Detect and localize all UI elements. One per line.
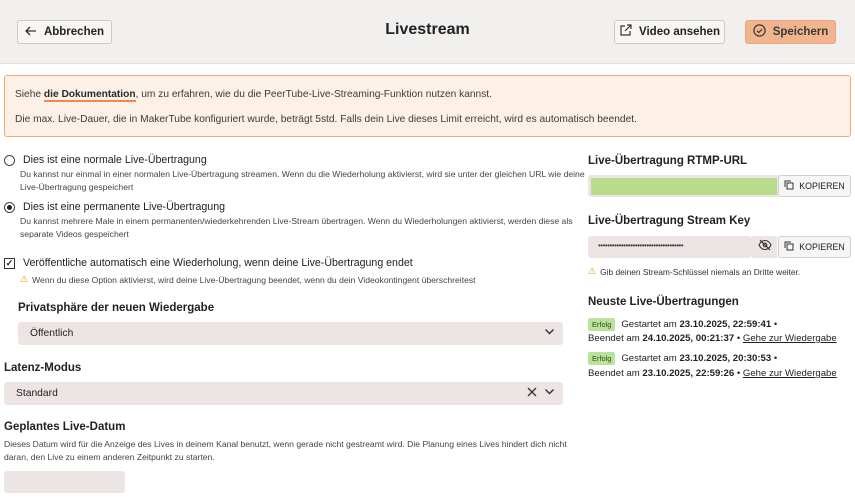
copy-icon <box>784 180 794 192</box>
permanent-live-desc-line2: separate Videos gespeichert <box>20 229 129 239</box>
normal-live-desc-line1: Du kannst nur einmal in einer normalen L… <box>20 169 585 179</box>
rtmp-url-value <box>591 178 777 195</box>
permanent-live-option[interactable]: Dies ist eine permanente Live-Übertragun… <box>4 201 225 213</box>
copy-stream-key-button[interactable]: KOPIEREN <box>778 236 851 258</box>
eye-off-icon <box>757 238 772 256</box>
save-button[interactable]: Speichern <box>745 20 836 44</box>
rtmp-url-label: Live-Übertragung RTMP-URL <box>588 155 748 167</box>
auto-replay-label: Veröffentliche automatisch eine Wiederho… <box>23 257 413 269</box>
normal-live-desc-line2: Live-Übertragung gespeichert <box>20 182 134 192</box>
stream-key-hint-text: Gib deinen Stream-Schlüssel niemals an D… <box>600 266 801 277</box>
normal-live-label: Dies ist eine normale Live-Übertragung <box>23 154 207 166</box>
history-entry-2-end: Beendet am 23.10.2025, 22:59:26 • Gehe z… <box>588 368 837 379</box>
toggle-visibility-button[interactable] <box>752 236 777 258</box>
warning-icon: ⚠ <box>20 274 29 284</box>
history-entry-2-start: Erfolg Gestartet am 23.10.2025, 20:30:53 … <box>588 352 777 365</box>
started-time: 23.10.2025, 20:30:53 <box>679 353 772 364</box>
max-duration-text: Die max. Live-Dauer, die in MakerTube ko… <box>15 114 637 125</box>
page-title: Livestream <box>385 21 470 38</box>
documentation-link[interactable]: die Dokumentation <box>43 89 136 102</box>
chevron-down-icon <box>544 326 555 340</box>
permanent-live-label: Dies ist eine permanente Live-Übertragun… <box>23 201 225 213</box>
started-prefix: Gestartet am <box>621 353 677 364</box>
latency-select-value: Standard <box>16 388 58 399</box>
warning-icon: ⚠ <box>588 266 597 276</box>
external-link-icon <box>619 24 632 40</box>
permanent-live-desc-line1: Du kannst mehrere Male in einem permanen… <box>20 216 573 226</box>
stream-key-hint: ⚠ Gib deinen Stream-Schlüssel niemals an… <box>588 266 800 277</box>
schedule-description: Dieses Datum wird für die Anzeige des Li… <box>4 438 567 464</box>
latency-label: Latenz-Modus <box>4 362 82 374</box>
auto-replay-warning-text: Wenn du diese Option aktivierst, wird de… <box>32 274 476 285</box>
schedule-date-input[interactable] <box>4 471 125 493</box>
copy-rtmp-label: KOPIEREN <box>799 181 845 191</box>
save-button-label: Speichern <box>772 26 829 38</box>
check-circle-icon <box>752 24 766 40</box>
schedule-label: Geplantes Live-Datum <box>4 421 126 433</box>
normal-live-radio[interactable] <box>4 154 15 166</box>
history-entry-1-end: Beendet am 24.10.2025, 00:21:37 • Gehe z… <box>588 333 837 344</box>
stream-key-masked: ••••••••••••••••••••••••••••••••••••• <box>598 241 684 250</box>
watch-video-button[interactable]: Video ansehen <box>614 20 725 44</box>
clear-icon[interactable] <box>527 386 537 400</box>
status-badge: Erfolg <box>588 318 616 331</box>
permanent-live-description: Du kannst mehrere Male in einem permanen… <box>20 215 573 241</box>
copy-stream-key-label: KOPIEREN <box>799 242 845 252</box>
auto-replay-option[interactable]: ✓ Veröffentliche automatisch eine Wieder… <box>4 257 413 269</box>
stream-key-label: Live-Übertragung Stream Key <box>588 215 751 227</box>
info-suffix-text: , um zu erfahren, wie du die PeerTube-Li… <box>135 89 492 100</box>
schedule-desc-line1: Dieses Datum wird für die Anzeige des Li… <box>4 439 567 449</box>
chevron-down-icon <box>544 386 555 400</box>
ended-prefix: Beendet am <box>588 333 640 344</box>
watch-video-button-label: Video ansehen <box>639 26 720 38</box>
ended-prefix: Beendet am <box>588 368 640 379</box>
auto-replay-warning: ⚠ Wenn du diese Option aktivierst, wird … <box>20 274 476 285</box>
ended-time: 24.10.2025, 00:21:37 <box>642 333 735 344</box>
info-prefix-text: Siehe <box>15 89 44 100</box>
info-alert: Siehe die Dokumentation, um zu erfahren,… <box>4 75 851 137</box>
normal-live-option[interactable]: Dies ist eine normale Live-Übertragung <box>4 154 207 166</box>
replay-link-1[interactable]: Gehe zur Wiedergabe <box>743 333 837 344</box>
latency-select[interactable]: Standard <box>4 382 563 405</box>
permanent-live-radio[interactable] <box>4 201 15 213</box>
privacy-select-value: Öffentlich <box>30 328 74 339</box>
replay-link-2[interactable]: Gehe zur Wiedergabe <box>743 368 837 379</box>
privacy-label: Privatsphäre der neuen Wiedergabe <box>18 302 215 314</box>
stream-key-field[interactable]: ••••••••••••••••••••••••••••••••••••• <box>588 236 752 258</box>
status-badge: Erfolg <box>588 352 616 365</box>
ended-time: 23.10.2025, 22:59:26 <box>642 368 735 379</box>
normal-live-description: Du kannst nur einmal in einer normalen L… <box>20 168 585 194</box>
schedule-desc-line2: daran, den Live zu einem anderen Zeitpun… <box>4 452 215 462</box>
privacy-select[interactable]: Öffentlich <box>18 322 563 345</box>
auto-replay-checkbox[interactable]: ✓ <box>4 257 15 269</box>
rtmp-url-field[interactable] <box>588 175 780 197</box>
copy-rtmp-button[interactable]: KOPIEREN <box>778 175 851 197</box>
started-time: 23.10.2025, 22:59:41 <box>679 319 772 330</box>
recent-lives-label: Neuste Live-Übertragungen <box>588 296 739 308</box>
history-entry-1-start: Erfolg Gestartet am 23.10.2025, 22:59:41 … <box>588 318 777 331</box>
copy-icon <box>784 241 794 253</box>
info-documentation-line: Siehe die Dokumentation, um zu erfahren,… <box>15 89 492 102</box>
top-bar: Abbrechen Livestream Video ansehen Speic… <box>0 0 855 64</box>
started-prefix: Gestartet am <box>621 319 677 330</box>
